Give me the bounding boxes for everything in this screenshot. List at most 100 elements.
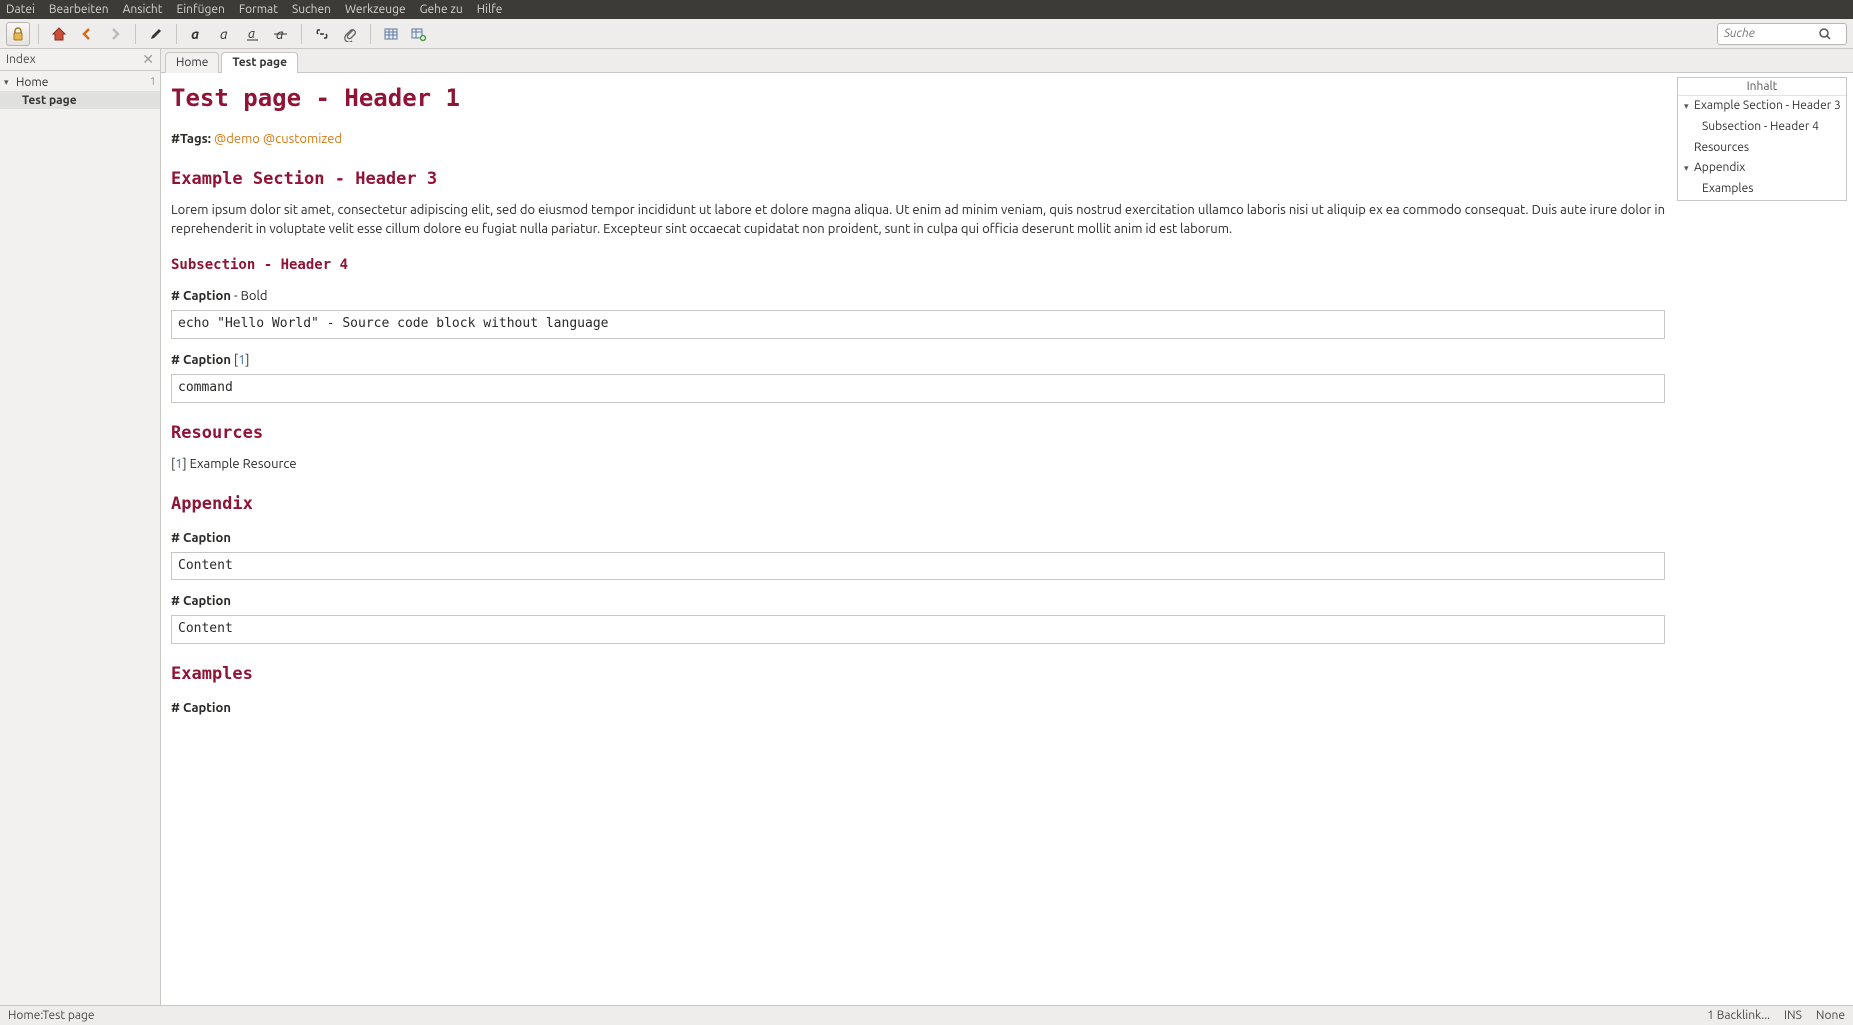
italic-icon: a <box>217 26 233 42</box>
insert-table-plus-button[interactable] <box>407 22 431 46</box>
toc-item[interactable]: Resources <box>1678 138 1846 159</box>
code-block: Content <box>171 615 1665 644</box>
tags-line: #Tags: @demo @customized <box>171 130 1665 149</box>
expander-icon[interactable]: ▾ <box>1684 162 1694 175</box>
bold-button[interactable]: a <box>185 22 209 46</box>
back-button[interactable] <box>75 22 99 46</box>
strike-button[interactable]: a <box>269 22 293 46</box>
link-icon <box>314 26 330 42</box>
chevron-left-icon <box>79 26 95 42</box>
heading-example-section: Example Section - Header 3 <box>171 167 1665 192</box>
insert-link-button[interactable] <box>310 22 334 46</box>
page-title: Test page - Header 1 <box>171 81 1665 116</box>
caption: # Caption <box>171 592 1665 611</box>
heading-resources: Resources <box>171 421 1665 446</box>
search-icon[interactable] <box>1818 27 1838 41</box>
svg-text:a: a <box>191 26 199 42</box>
italic-button[interactable]: a <box>213 22 237 46</box>
tree-item-label: Home <box>16 76 150 89</box>
bracket: ] <box>245 353 249 367</box>
resource-text: ] Example Resource <box>182 457 296 471</box>
pencil-icon <box>148 26 164 42</box>
toc-item[interactable]: ▾ Example Section - Header 3 <box>1678 96 1846 117</box>
menu-datei[interactable]: Datei <box>6 3 35 16</box>
tag[interactable]: @demo <box>214 132 260 146</box>
toc-item-label: Examples <box>1702 181 1842 198</box>
strike-icon: a <box>273 26 289 42</box>
toggle-readonly-button[interactable] <box>6 22 30 46</box>
sidebar-close-button[interactable]: ✕ <box>142 51 154 68</box>
menu-hilfe[interactable]: Hilfe <box>477 3 503 16</box>
toolbar-separator <box>135 24 136 44</box>
heading-subsection: Subsection - Header 4 <box>171 255 1665 275</box>
home-icon <box>51 26 67 42</box>
underline-icon: a <box>245 26 261 42</box>
page-tree: ▾ Home 1 Test page <box>0 71 160 1005</box>
toc-item-label: Subsection - Header 4 <box>1702 119 1842 136</box>
tags-label: #Tags: <box>171 132 214 146</box>
sidebar-title: Index <box>6 53 36 66</box>
editor[interactable]: Test page - Header 1 #Tags: @demo @custo… <box>161 73 1675 1005</box>
svg-text:a: a <box>220 26 228 42</box>
code-block: command <box>171 374 1665 403</box>
tab-testpage[interactable]: Test page <box>221 52 298 73</box>
caption-bold: # Caption <box>171 289 231 303</box>
expander-icon[interactable]: ▾ <box>4 77 16 88</box>
caption-rest: - Bold <box>231 289 268 303</box>
caption: # Caption - Bold <box>171 287 1665 306</box>
content-area: Home Test page Test page - Header 1 #Tag… <box>161 49 1853 1005</box>
code-block: echo "Hello World" - Source code block w… <box>171 310 1665 339</box>
search-box[interactable] <box>1717 23 1847 45</box>
svg-text:a: a <box>248 27 255 41</box>
search-input[interactable] <box>1718 27 1818 40</box>
tree-item-testpage[interactable]: Test page <box>0 91 160 109</box>
menu-werkzeuge[interactable]: Werkzeuge <box>345 3 406 16</box>
caption-bold: # Caption <box>171 701 231 715</box>
tree-item-home[interactable]: ▾ Home 1 <box>0 73 160 91</box>
sidebar-header: Index ✕ <box>0 49 160 71</box>
body-text: Lorem ipsum dolor sit amet, consectetur … <box>171 201 1665 239</box>
resource-line: [1] Example Resource <box>171 455 1665 474</box>
attach-button[interactable] <box>338 22 362 46</box>
status-right: None <box>1816 1009 1845 1022</box>
status-mode: INS <box>1784 1009 1802 1022</box>
toc-item[interactable]: Subsection - Header 4 <box>1678 117 1846 138</box>
bracket: [ <box>231 353 238 367</box>
index-sidebar: Index ✕ ▾ Home 1 Test page <box>0 49 161 1005</box>
table-icon <box>383 26 399 42</box>
menu-bearbeiten[interactable]: Bearbeiten <box>49 3 109 16</box>
toc-panel: Inhalt ▾ Example Section - Header 3 Subs… <box>1677 77 1847 201</box>
tab-home[interactable]: Home <box>165 52 219 73</box>
home-button[interactable] <box>47 22 71 46</box>
edit-button[interactable] <box>144 22 168 46</box>
caption: # Caption <box>171 529 1665 548</box>
menu-einfuegen[interactable]: Einfügen <box>177 3 225 16</box>
toolbar: a a a a <box>0 19 1853 49</box>
menubar: Datei Bearbeiten Ansicht Einfügen Format… <box>0 0 1853 19</box>
expander-icon[interactable]: ▾ <box>1684 100 1694 113</box>
menu-format[interactable]: Format <box>239 3 278 16</box>
toc-item[interactable]: Examples <box>1678 179 1846 200</box>
menu-gehezu[interactable]: Gehe zu <box>420 3 463 16</box>
menu-ansicht[interactable]: Ansicht <box>123 3 163 16</box>
toc-item[interactable]: ▾ Appendix <box>1678 158 1846 179</box>
underline-button[interactable]: a <box>241 22 265 46</box>
menu-suchen[interactable]: Suchen <box>292 3 331 16</box>
status-backlinks[interactable]: 1 Backlink... <box>1707 1009 1770 1022</box>
caption-bold: # Caption <box>171 353 231 367</box>
paperclip-icon <box>342 26 358 42</box>
statusbar: Home:Test page 1 Backlink... INS None <box>0 1005 1853 1025</box>
toolbar-separator <box>176 24 177 44</box>
forward-button[interactable] <box>103 22 127 46</box>
toc-item-label: Example Section - Header 3 <box>1694 98 1842 115</box>
tree-item-count: 1 <box>150 76 156 88</box>
tree-item-label: Test page <box>22 94 156 107</box>
bold-icon: a <box>189 26 205 42</box>
caption-bold: # Caption <box>171 594 231 608</box>
insert-table-button[interactable] <box>379 22 403 46</box>
toolbar-separator <box>370 24 371 44</box>
tag[interactable]: @customized <box>263 132 342 146</box>
toolbar-separator <box>301 24 302 44</box>
toolbar-separator <box>38 24 39 44</box>
caption-bold: # Caption <box>171 531 231 545</box>
